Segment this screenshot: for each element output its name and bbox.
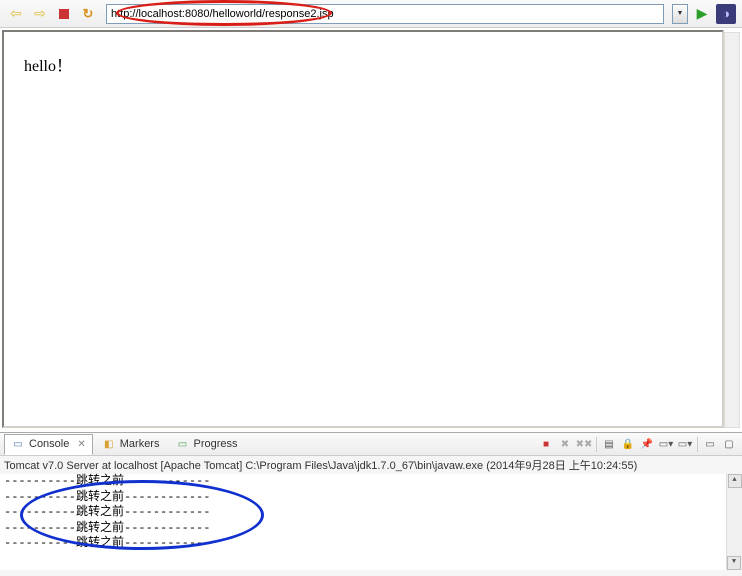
- console-output: ----------跳转之前------------ ----------跳转之…: [0, 474, 742, 570]
- browser-pane: hello！: [0, 28, 742, 432]
- status-path: C:\Program Files\Java\jdk1.7.0_67\bin\ja…: [245, 460, 483, 472]
- console-line: ----------跳转之前------------: [4, 521, 738, 537]
- go-icon: ▶: [697, 5, 708, 22]
- pin-console-button[interactable]: 📌: [638, 435, 656, 453]
- bottom-panel: ▭ Console ✕ ◧ Markers ▭ Progress ■ ✖ ✖✖ …: [0, 432, 742, 576]
- back-button[interactable]: ⇦: [6, 4, 26, 24]
- stop-button[interactable]: [54, 4, 74, 24]
- open-console-button[interactable]: ▭▾: [676, 435, 694, 453]
- scroll-down-icon[interactable]: ▼: [727, 556, 741, 570]
- tab-markers-label: Markers: [120, 438, 160, 450]
- progress-icon: ▭: [175, 437, 189, 451]
- maximize-view-button[interactable]: ▢: [720, 435, 738, 453]
- tab-console[interactable]: ▭ Console ✕: [4, 434, 93, 455]
- console-status-line: Tomcat v7.0 Server at localhost [Apache …: [0, 456, 742, 474]
- remove-all-button[interactable]: ✖✖: [575, 435, 593, 453]
- eclipse-icon: ◑: [716, 4, 736, 24]
- status-timestamp: (2014年9月28日 上午10:24:55): [486, 460, 637, 472]
- page-body: hello！: [2, 30, 724, 428]
- console-toolbar: ■ ✖ ✖✖ ▤ 🔒 📌 ▭▾ ▭▾ ▭ ▢: [537, 435, 738, 453]
- refresh-icon: ↻: [83, 6, 94, 22]
- clear-console-button[interactable]: ▤: [600, 435, 618, 453]
- url-dropdown-button[interactable]: ▼: [672, 4, 688, 24]
- stop-icon: [59, 9, 69, 19]
- page-text: hello！: [24, 58, 72, 75]
- tab-progress[interactable]: ▭ Progress: [168, 434, 244, 455]
- minimize-view-button[interactable]: ▭: [701, 435, 719, 453]
- display-selected-button[interactable]: ▭▾: [657, 435, 675, 453]
- url-input[interactable]: [106, 4, 664, 24]
- status-server: Tomcat v7.0 Server at localhost: [4, 460, 157, 472]
- tab-progress-label: Progress: [193, 438, 237, 450]
- browser-scrollbar[interactable]: [724, 32, 740, 428]
- console-scrollbar[interactable]: ▲ ▼: [726, 474, 742, 570]
- console-line: ----------跳转之前------------: [4, 474, 738, 490]
- console-icon: ▭: [11, 437, 25, 451]
- forward-arrow-icon: ⇨: [34, 5, 46, 22]
- forward-button[interactable]: ⇨: [30, 4, 50, 24]
- go-button[interactable]: ▶: [692, 4, 712, 24]
- views-tab-bar: ▭ Console ✕ ◧ Markers ▭ Progress ■ ✖ ✖✖ …: [0, 433, 742, 456]
- console-line: ----------跳转之前------------: [4, 536, 738, 552]
- tab-markers[interactable]: ◧ Markers: [95, 434, 167, 455]
- console-line: ----------跳转之前------------: [4, 505, 738, 521]
- scroll-up-icon[interactable]: ▲: [728, 474, 742, 488]
- remove-launch-button[interactable]: ✖: [556, 435, 574, 453]
- browser-toolbar: ⇦ ⇨ ↻ ▼ ▶ ◑: [0, 0, 742, 28]
- back-arrow-icon: ⇦: [10, 5, 22, 22]
- console-line: ----------跳转之前------------: [4, 490, 738, 506]
- chevron-down-icon: ▼: [677, 10, 684, 17]
- scroll-lock-button[interactable]: 🔒: [619, 435, 637, 453]
- terminate-button[interactable]: ■: [537, 435, 555, 453]
- status-bracket: [Apache Tomcat]: [161, 460, 243, 472]
- refresh-button[interactable]: ↻: [78, 4, 98, 24]
- tab-console-close[interactable]: ✕: [77, 439, 85, 450]
- tab-console-label: Console: [29, 438, 69, 450]
- markers-icon: ◧: [102, 437, 116, 451]
